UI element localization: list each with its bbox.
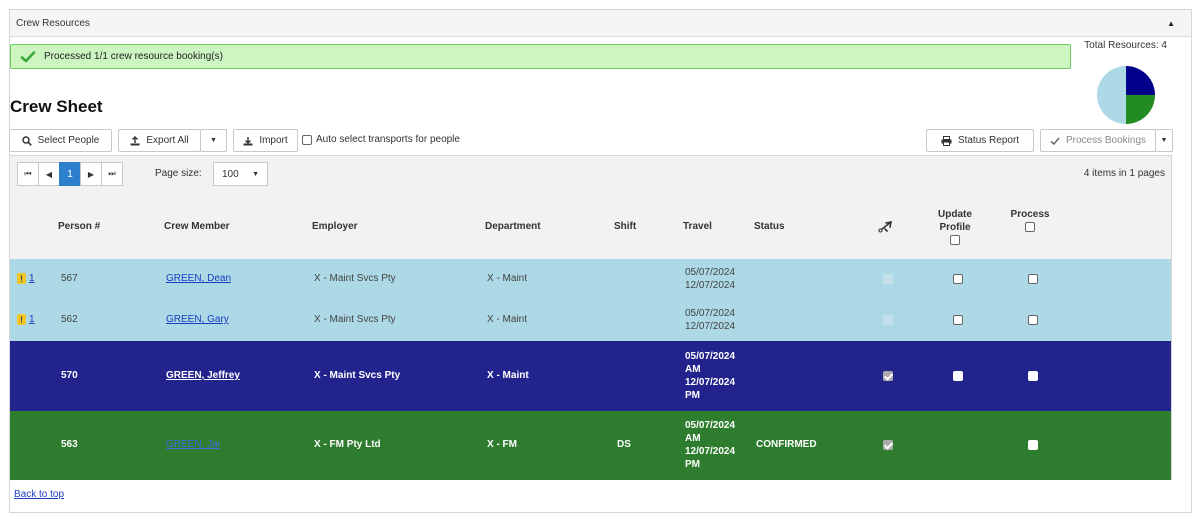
check-icon: [20, 50, 36, 62]
crew-member-link[interactable]: GREEN, Jeffrey: [166, 370, 240, 381]
update-profile-all-checkbox[interactable]: [950, 235, 960, 245]
col-status[interactable]: Status: [754, 221, 785, 232]
pie-slice-light: [1097, 66, 1126, 124]
table-row[interactable]: 570 GREEN, Jeffrey X - Maint Svcs Pty X …: [10, 341, 1171, 411]
col-department[interactable]: Department: [485, 221, 541, 232]
pager: ⏮ ◀ 1 ▶ ⏭: [17, 162, 123, 186]
page-title: Crew Sheet: [10, 97, 103, 116]
back-to-top-link[interactable]: Back to top: [14, 489, 64, 500]
process-checkbox[interactable]: [1028, 371, 1038, 381]
first-page-button[interactable]: ⏮: [17, 162, 39, 186]
col-update-profile: Update Profile: [932, 208, 978, 249]
total-resources-label: Total Resources: 4: [1084, 40, 1167, 51]
update-profile-checkbox[interactable]: [953, 274, 963, 284]
crew-member-link[interactable]: GREEN, Gary: [166, 314, 229, 325]
auto-select-toggle[interactable]: Auto select transports for people: [302, 134, 460, 145]
update-profile-checkbox[interactable]: [953, 315, 963, 325]
warning-indicator[interactable]: ! 1: [17, 314, 35, 325]
transport-checkbox: [883, 315, 893, 325]
table-row[interactable]: ! 1 567 GREEN, Dean X - Maint Svcs Pty X…: [10, 259, 1171, 300]
process-dropdown-button[interactable]: ▼: [1155, 129, 1173, 152]
export-icon: [130, 135, 140, 145]
back-to-top: Back to top: [14, 489, 64, 500]
crew-member-link[interactable]: GREEN, Jai: [166, 439, 220, 450]
current-page-button[interactable]: 1: [59, 162, 81, 186]
warning-icon: !: [17, 314, 26, 325]
success-alert: Processed 1/1 crew resource booking(s): [10, 44, 1071, 69]
next-page-button[interactable]: ▶: [80, 162, 102, 186]
warning-icon: !: [17, 273, 26, 284]
pie-slice-green: [1126, 95, 1155, 124]
transport-checkbox: [883, 274, 893, 284]
process-bookings-button[interactable]: Process Bookings: [1040, 129, 1156, 152]
process-checkbox[interactable]: [1028, 274, 1038, 284]
table-row[interactable]: ! 1 562 GREEN, Gary X - Maint Svcs Pty X…: [10, 300, 1171, 341]
panel-header[interactable]: Crew Resources ▲: [10, 10, 1191, 37]
process-all-checkbox[interactable]: [1025, 222, 1035, 232]
caret-down-icon: ▼: [252, 170, 259, 178]
printer-icon: [941, 135, 952, 146]
import-button[interactable]: Import: [233, 129, 298, 152]
auto-select-checkbox[interactable]: [302, 134, 312, 145]
status-report-button[interactable]: Status Report: [926, 129, 1034, 152]
col-employer[interactable]: Employer: [312, 221, 358, 232]
alert-message: Processed 1/1 crew resource booking(s): [44, 51, 223, 62]
process-checkbox[interactable]: [1028, 440, 1038, 450]
select-people-button[interactable]: Select People: [9, 129, 112, 152]
search-icon: [21, 135, 32, 146]
resources-pie-chart: [1097, 66, 1155, 124]
caret-down-icon: ▼: [1160, 137, 1168, 144]
update-profile-checkbox[interactable]: [953, 371, 963, 381]
chevron-up-icon[interactable]: ▲: [1167, 19, 1183, 28]
transport-checkbox: [883, 440, 893, 450]
col-travel[interactable]: Travel: [683, 221, 712, 232]
items-info: 4 items in 1 pages: [1083, 168, 1165, 179]
table-header: Person # Crew Member Employer Department…: [10, 194, 1171, 257]
export-all-button[interactable]: Export All: [118, 129, 201, 152]
pie-slice-navy: [1126, 66, 1155, 95]
prev-page-button[interactable]: ◀: [38, 162, 60, 186]
last-page-button[interactable]: ⏭: [101, 162, 123, 186]
status-text: CONFIRMED: [756, 439, 817, 450]
transport-checkbox: [883, 371, 893, 381]
plane-icon: [878, 220, 893, 233]
warning-indicator[interactable]: ! 1: [17, 273, 35, 284]
col-crew-member[interactable]: Crew Member: [164, 221, 230, 232]
crew-grid: ⏮ ◀ 1 ▶ ⏭ Page size: 100 ▼ 4 items in 1 …: [9, 155, 1172, 480]
col-person[interactable]: Person #: [58, 221, 100, 232]
page-size-label: Page size:: [155, 168, 202, 179]
col-process: Process: [1007, 208, 1053, 236]
process-checkbox[interactable]: [1028, 315, 1038, 325]
export-dropdown-button[interactable]: ▼: [200, 129, 227, 152]
crew-member-link[interactable]: GREEN, Dean: [166, 273, 231, 284]
toolbar: Select People Export All ▼ Import Auto s…: [9, 129, 1173, 153]
check-icon: [1050, 137, 1060, 145]
panel-title: Crew Resources: [16, 17, 90, 29]
col-shift[interactable]: Shift: [614, 221, 636, 232]
page-size-select[interactable]: 100 ▼: [213, 162, 268, 186]
caret-down-icon: ▼: [210, 137, 217, 144]
table-row[interactable]: 563 GREEN, Jai X - FM Pty Ltd X - FM DS …: [10, 411, 1171, 480]
import-icon: [243, 136, 253, 145]
